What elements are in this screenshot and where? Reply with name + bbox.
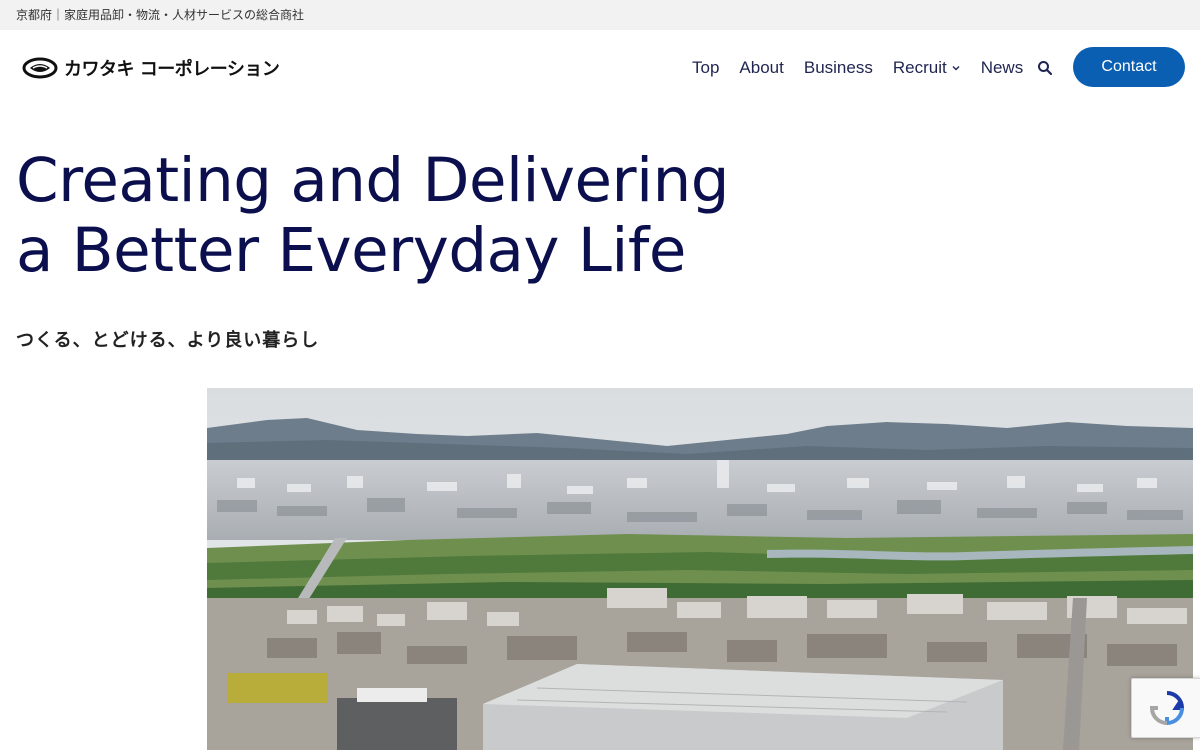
nav-top-label: Top [692, 58, 720, 77]
header: カワタキ コーポレーション Top About Business Recruit… [0, 30, 1200, 104]
nav-business[interactable]: Business [804, 58, 873, 78]
logo-mark-icon [22, 57, 58, 79]
hero-title-line2: a Better Everyday Life [16, 215, 686, 286]
hero-photo [207, 388, 1193, 750]
hero-subtitle: つくる、とどける、より良い暮らし [16, 330, 320, 351]
nav-news[interactable]: News [981, 58, 1024, 78]
recaptcha-badge[interactable] [1131, 678, 1200, 738]
contact-button[interactable]: Contact [1073, 47, 1185, 87]
nav-about[interactable]: About [739, 58, 783, 78]
nav-news-label: News [980, 58, 1024, 77]
nav-about-label: About [739, 58, 784, 77]
hero-title: Creating and Delivering a Better Everyda… [16, 146, 729, 286]
logo[interactable]: カワタキ コーポレーション [22, 54, 280, 82]
hero-title-line1: Creating and Delivering [16, 145, 729, 216]
nav-top[interactable]: Top [692, 58, 719, 78]
main-nav: Top About Business Recruit News [692, 56, 1053, 80]
topbar: 京都府｜家庭用品卸・物流・人材サービスの総合商社 [0, 0, 1200, 30]
logo-text: カワタキ コーポレーション [64, 59, 280, 80]
topbar-tagline: 京都府｜家庭用品卸・物流・人材サービスの総合商社 [16, 8, 305, 22]
nav-business-label: Business [803, 58, 873, 77]
nav-recruit-label: Recruit [892, 58, 947, 77]
nav-recruit[interactable]: Recruit [893, 58, 961, 78]
recaptcha-icon [1149, 691, 1184, 726]
aerial-city-image [207, 388, 1193, 750]
chevron-down-icon [952, 66, 960, 71]
search-icon[interactable] [1037, 60, 1053, 76]
